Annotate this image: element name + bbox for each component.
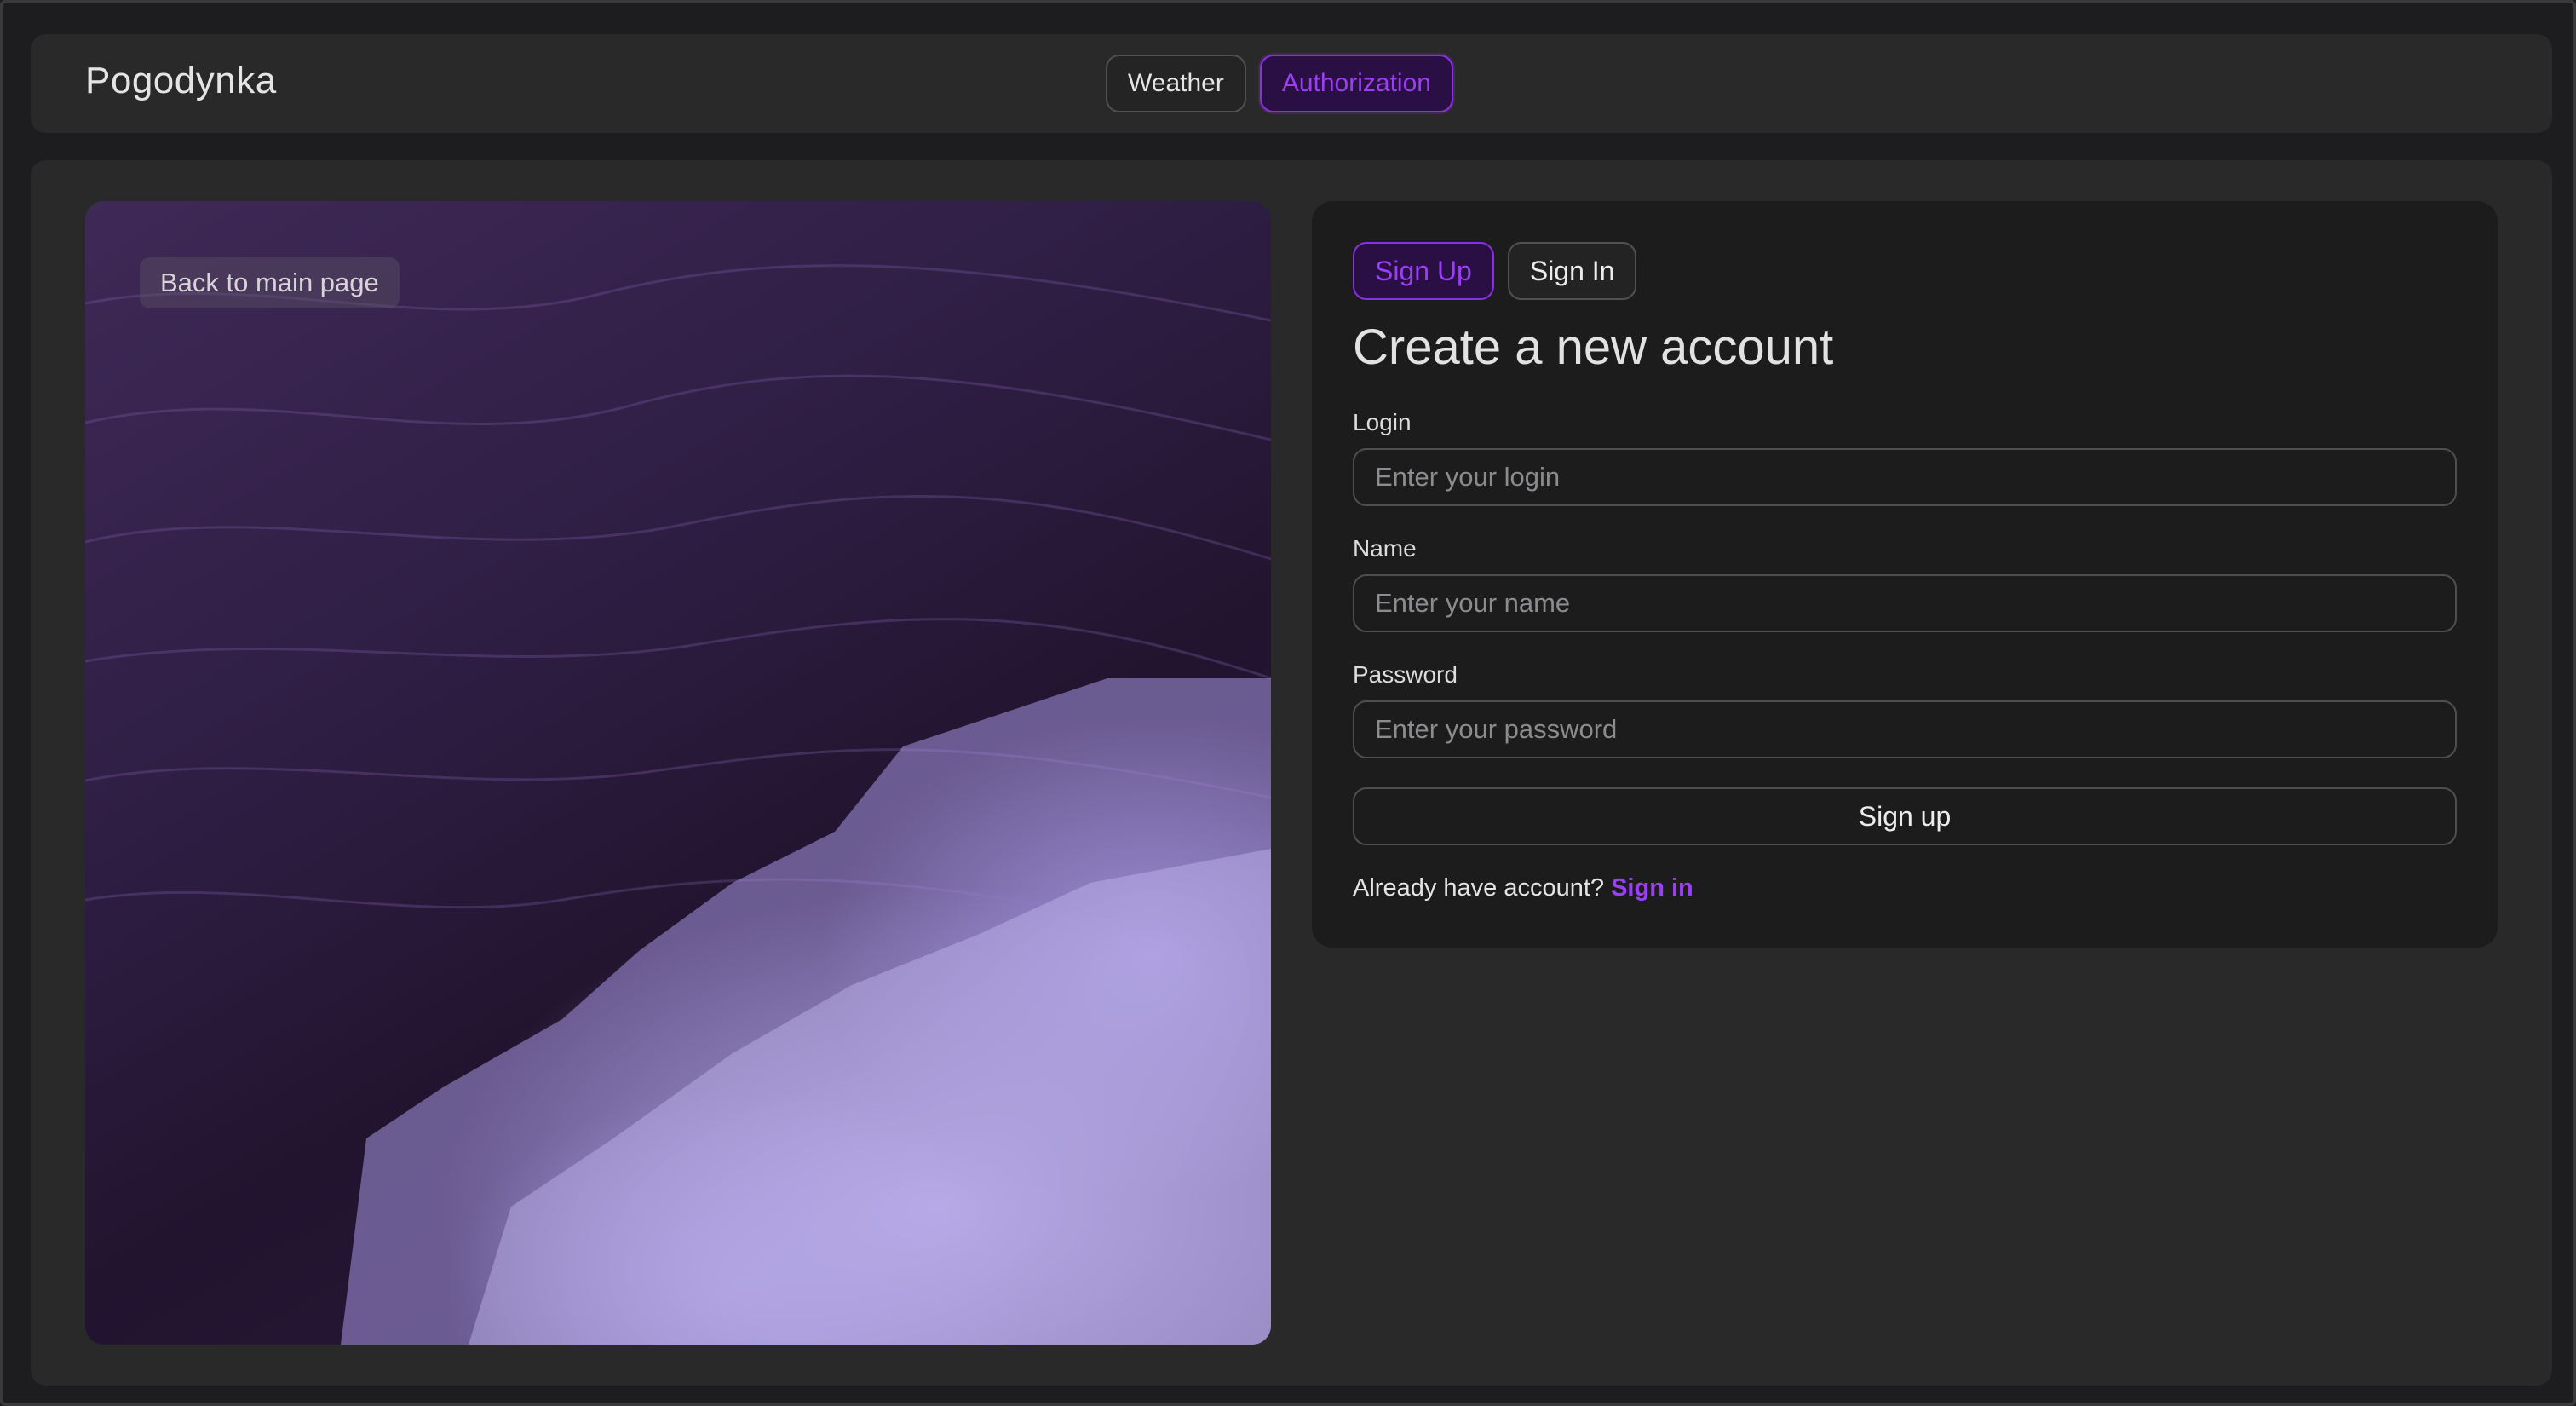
password-input[interactable] [1353, 700, 2457, 758]
login-input[interactable] [1353, 448, 2457, 506]
main-content: Back to main page Sign Up Sign In Create… [31, 160, 2552, 1386]
back-to-main-button[interactable]: Back to main page [140, 257, 400, 308]
sign-in-prompt: Already have account? Sign in [1353, 874, 1693, 902]
page-title: Create a new account [1353, 320, 1834, 375]
sign-in-link[interactable]: Sign in [1611, 874, 1693, 902]
name-input[interactable] [1353, 574, 2457, 632]
nav-weather-button[interactable]: Weather [1106, 55, 1246, 112]
sign-up-submit-button[interactable]: Sign up [1353, 787, 2457, 845]
name-label: Name [1353, 535, 1417, 562]
auth-card: Sign Up Sign In Create a new account Log… [1312, 201, 2498, 948]
password-label: Password [1353, 661, 1458, 688]
top-header: Pogodynka Weather Authorization [31, 34, 2552, 133]
auth-tabs: Sign Up Sign In [1353, 242, 1637, 300]
app-window: Pogodynka Weather Authorization Back to … [0, 0, 2576, 1406]
login-label: Login [1353, 409, 1412, 435]
tab-sign-up[interactable]: Sign Up [1353, 242, 1494, 300]
main-nav: Weather Authorization [1106, 55, 1453, 112]
hero-image: Back to main page [85, 201, 1271, 1345]
nav-authorization-button[interactable]: Authorization [1259, 55, 1453, 112]
tab-sign-in[interactable]: Sign In [1507, 242, 1637, 300]
ocean-waves-image [85, 264, 1271, 1345]
brand-logo-text[interactable]: Pogodynka [85, 60, 277, 102]
sign-in-prompt-text: Already have account? [1353, 874, 1605, 902]
